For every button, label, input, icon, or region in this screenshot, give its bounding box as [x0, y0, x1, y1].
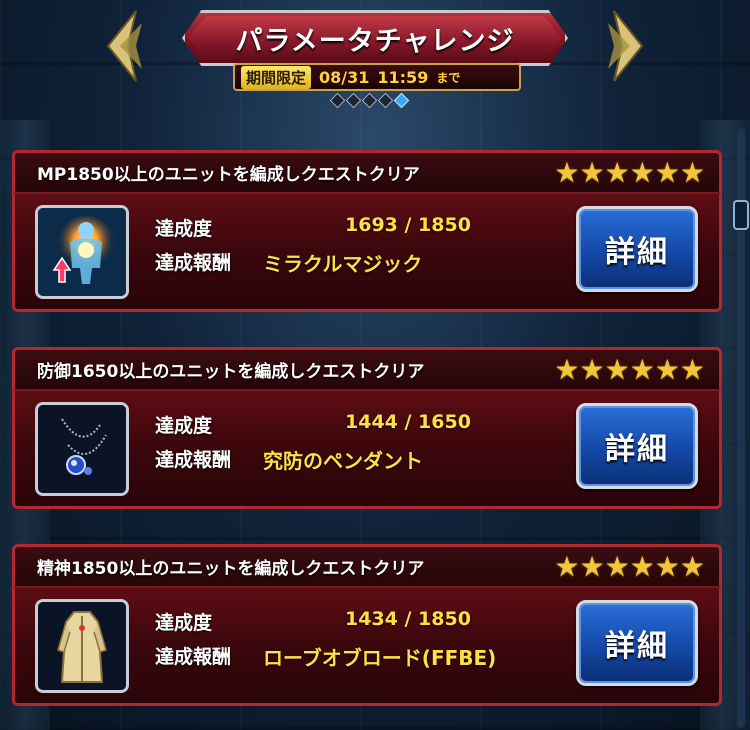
page-dot-active[interactable]: [393, 92, 410, 109]
period-banner: 期間限定 08/31 11:59 まで: [233, 63, 521, 91]
progress-value: 1444 / 1650: [345, 411, 471, 433]
progress-label: 達成度: [155, 612, 213, 634]
reward-label: 達成報酬: [155, 252, 232, 274]
prev-page-arrow-icon[interactable]: [100, 6, 144, 86]
reward-value: ローブオブロード(FFBE): [263, 646, 497, 670]
scrollbar-thumb[interactable]: [733, 200, 749, 230]
page-dot[interactable]: [345, 92, 362, 109]
progress-label: 達成度: [155, 218, 213, 240]
quest-body: 達成度 1434 / 1850 達成報酬 ローブオブロード(FFBE) 詳細: [12, 586, 722, 706]
quest-body: 達成度 1693 / 1850 達成報酬 ミラクルマジック 詳細: [12, 192, 722, 312]
robe-icon[interactable]: [35, 599, 129, 693]
period-until-label: まで: [436, 70, 461, 85]
limited-period-badge: 期間限定: [241, 65, 312, 89]
quest-card: MP1850以上のユニットを編成しクエストクリア ★★★★★★ 達成度 1693…: [12, 150, 722, 315]
quest-card: 防御1650以上のユニットを編成しクエストクリア ★★★★★★ 達成度 1444…: [12, 347, 722, 512]
quest-title: 精神1850以上のユニットを編成しクエストクリア: [37, 559, 425, 579]
next-page-arrow-icon[interactable]: [606, 6, 650, 86]
reward-value: ミラクルマジック: [263, 252, 423, 276]
reward-value: 究防のペンダント: [263, 449, 423, 473]
period-end-time: 11:59: [377, 67, 429, 87]
difficulty-stars-icon: ★★★★★★: [554, 549, 705, 583]
difficulty-stars-icon: ★★★★★★: [554, 352, 705, 386]
quest-title-bar: 精神1850以上のユニットを編成しクエストクリア ★★★★★★: [12, 544, 722, 586]
quest-title: MP1850以上のユニットを編成しクエストクリア: [37, 165, 420, 185]
difficulty-stars-icon: ★★★★★★: [554, 155, 705, 189]
detail-button[interactable]: 詳細: [576, 403, 698, 489]
quest-card: 精神1850以上のユニットを編成しクエストクリア ★★★★★★ 達成度 1434…: [12, 544, 722, 709]
page-dot[interactable]: [361, 92, 378, 109]
page-indicator: [329, 92, 410, 109]
quest-title: 防御1650以上のユニットを編成しクエストクリア: [37, 362, 425, 382]
detail-button[interactable]: 詳細: [576, 600, 698, 686]
header: パラメータチャレンジ 期間限定 08/31 11:59 まで: [0, 0, 750, 120]
quest-title-bar: MP1850以上のユニットを編成しクエストクリア ★★★★★★: [12, 150, 722, 192]
page-dot[interactable]: [329, 92, 346, 109]
quest-body: 達成度 1444 / 1650 達成報酬 究防のペンダント 詳細: [12, 389, 722, 509]
miracle-magic-icon[interactable]: [35, 205, 129, 299]
period-end-date: 08/31: [319, 67, 370, 87]
reward-label: 達成報酬: [155, 646, 232, 668]
progress-value: 1693 / 1850: [345, 214, 471, 236]
title-plate: パラメータチャレンジ: [182, 10, 568, 66]
reward-label: 達成報酬: [155, 449, 232, 471]
quest-title-bar: 防御1650以上のユニットを編成しクエストクリア ★★★★★★: [12, 347, 722, 389]
pendant-icon[interactable]: [35, 402, 129, 496]
page-title: パラメータチャレンジ: [235, 25, 515, 57]
progress-label: 達成度: [155, 415, 213, 437]
progress-value: 1434 / 1850: [345, 608, 471, 630]
page-dot[interactable]: [377, 92, 394, 109]
detail-button[interactable]: 詳細: [576, 206, 698, 292]
